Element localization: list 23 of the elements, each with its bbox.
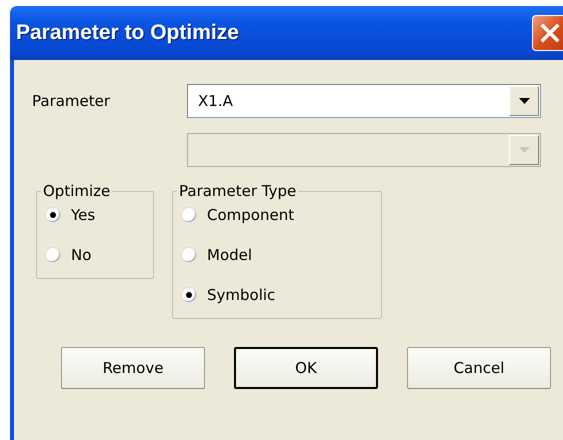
dropdown-button[interactable] — [509, 86, 539, 116]
group-title: Parameter Type — [178, 182, 298, 200]
radio-option[interactable]: Yes — [45, 202, 141, 228]
caret-icon — [518, 147, 530, 153]
window-title: Parameter to Optimize — [16, 21, 239, 45]
close-button[interactable] — [532, 15, 563, 51]
radio-option[interactable]: Component — [181, 202, 369, 228]
group-title: Optimize — [42, 182, 112, 200]
field-label: Parameter — [32, 92, 112, 110]
dialog-button[interactable]: Cancel — [407, 347, 551, 389]
dropdown-field[interactable]: X1.A — [187, 84, 541, 118]
radio-button[interactable] — [45, 207, 61, 223]
close-icon — [539, 22, 561, 44]
caret-icon — [518, 98, 530, 104]
dialog-button[interactable]: OK — [234, 347, 378, 389]
radio-button[interactable] — [181, 247, 197, 263]
radio-option[interactable]: Model — [181, 242, 369, 268]
radio-button[interactable] — [181, 207, 197, 223]
dialog-button[interactable]: Remove — [61, 347, 205, 389]
radio-button[interactable] — [181, 287, 197, 303]
radio-option[interactable]: Symbolic — [181, 282, 369, 308]
radio-button[interactable] — [45, 247, 61, 263]
radio-option[interactable]: No — [45, 242, 141, 268]
